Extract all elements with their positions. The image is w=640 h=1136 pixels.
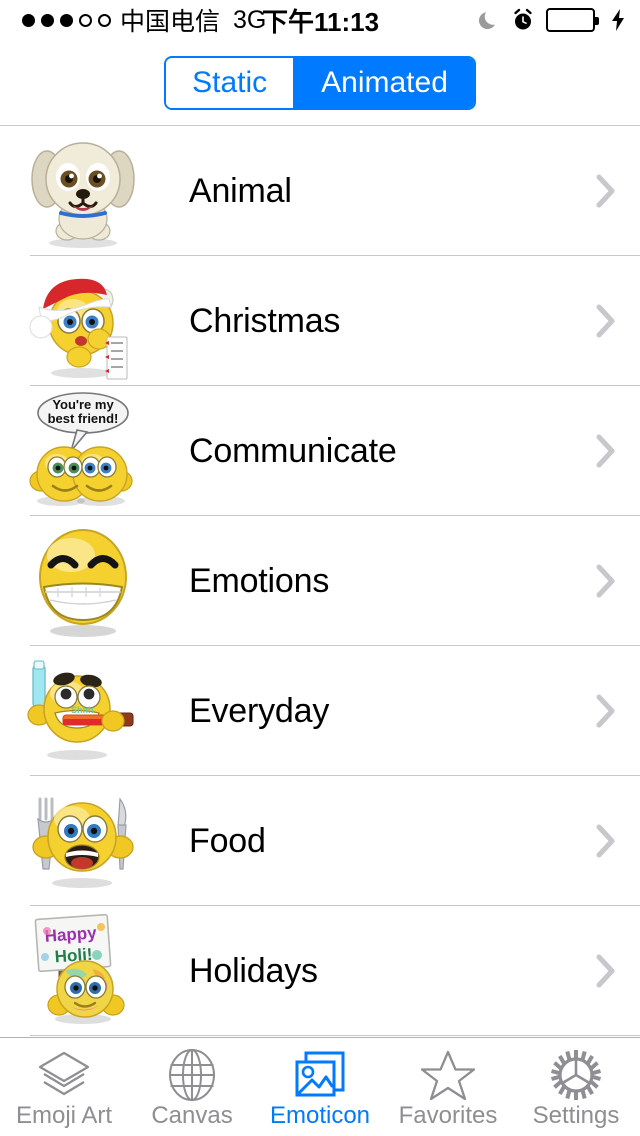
tab-label: Canvas (151, 1102, 233, 1129)
emoticon-category-list[interactable]: Animal Christmas You're my best friend! … (0, 125, 640, 1037)
santa-smiley-emoticon (18, 256, 148, 386)
segment-static[interactable]: Static (166, 57, 294, 108)
tab-canvas[interactable]: Canvas (128, 1038, 256, 1136)
table-row[interactable]: Christmas (0, 256, 640, 386)
table-row[interactable]: Emotions (0, 516, 640, 646)
table-row[interactable]: Shhh Everyday (0, 646, 640, 776)
status-bar: 中国电信 3G 下午11:13 (0, 0, 640, 40)
photos-icon (292, 1046, 348, 1104)
chevron-right-icon (596, 304, 616, 338)
row-label: Food (189, 821, 266, 860)
signal-dot-2 (41, 13, 54, 27)
carrier-name: 中国电信 (120, 8, 221, 36)
tab-label: Emoji Art (15, 1102, 113, 1129)
row-label: Christmas (189, 301, 341, 340)
happy-holi-smiley-emoticon: Happy Holi! (18, 906, 148, 1036)
best-friends-emoticon: You're my best friend! (18, 386, 148, 516)
tab-settings[interactable]: Settings (512, 1038, 640, 1136)
row-label: Communicate (189, 431, 397, 470)
tab-favorites[interactable]: Favorites (384, 1038, 512, 1136)
signal-dot-3 (60, 13, 73, 27)
table-row[interactable]: Food (0, 776, 640, 906)
tab-label: Emoticon (269, 1102, 371, 1129)
row-label: Emotions (189, 561, 330, 600)
moon-icon (478, 9, 500, 31)
svg-text:Shhh: Shhh (71, 705, 94, 715)
chevron-right-icon (596, 564, 616, 598)
status-bar-clock: 下午11:13 (262, 6, 380, 37)
signal-dot-5 (98, 13, 111, 27)
charging-bolt-icon (610, 8, 626, 32)
battery-icon (546, 8, 599, 32)
row-label: Animal (189, 171, 292, 210)
status-bar-right (478, 8, 626, 32)
sign-text-line-1: Happy (44, 923, 98, 946)
table-row[interactable]: Animal (0, 126, 640, 256)
layers-icon (36, 1046, 92, 1104)
chevron-right-icon (596, 824, 616, 858)
chevron-right-icon (596, 954, 616, 988)
speech-bubble-line-2: best friend! (47, 411, 118, 426)
static-animated-segmented-control[interactable]: Static Animated (164, 55, 476, 110)
tab-label: Favorites (398, 1102, 498, 1129)
chevron-right-icon (596, 174, 616, 208)
signal-dot-4 (79, 13, 92, 27)
row-label: Everyday (189, 691, 330, 730)
status-bar-left: 中国电信 3G (22, 2, 266, 38)
fork-knife-smiley-emoticon (18, 776, 148, 906)
tab-label: Settings (532, 1102, 620, 1129)
row-label: Holidays (189, 951, 318, 990)
chevron-right-icon (596, 434, 616, 468)
signal-dot-1 (22, 13, 35, 27)
alarm-clock-icon (511, 8, 535, 32)
header-bar: Static Animated (0, 40, 640, 125)
tab-emoji-art[interactable]: Emoji Art (0, 1038, 128, 1136)
speech-bubble-line-1: You're my (52, 397, 114, 412)
gear-icon (549, 1046, 603, 1104)
segment-animated[interactable]: Animated (293, 57, 474, 108)
star-icon (419, 1046, 477, 1104)
chevron-right-icon (596, 694, 616, 728)
tab-bar: Emoji Art Canvas Emoticon Favorites Sett… (0, 1037, 640, 1136)
signal-strength-dots (22, 13, 111, 27)
toothbrush-smiley-emoticon: Shhh (18, 646, 148, 776)
globe-icon (166, 1046, 218, 1104)
table-row[interactable]: You're my best friend! Communicate (0, 386, 640, 516)
tab-emoticon[interactable]: Emoticon (256, 1038, 384, 1136)
table-row[interactable]: Happy Holi! Holidays (0, 906, 640, 1036)
grinning-smiley-emoticon (18, 516, 148, 646)
dog-emoticon (18, 126, 148, 256)
